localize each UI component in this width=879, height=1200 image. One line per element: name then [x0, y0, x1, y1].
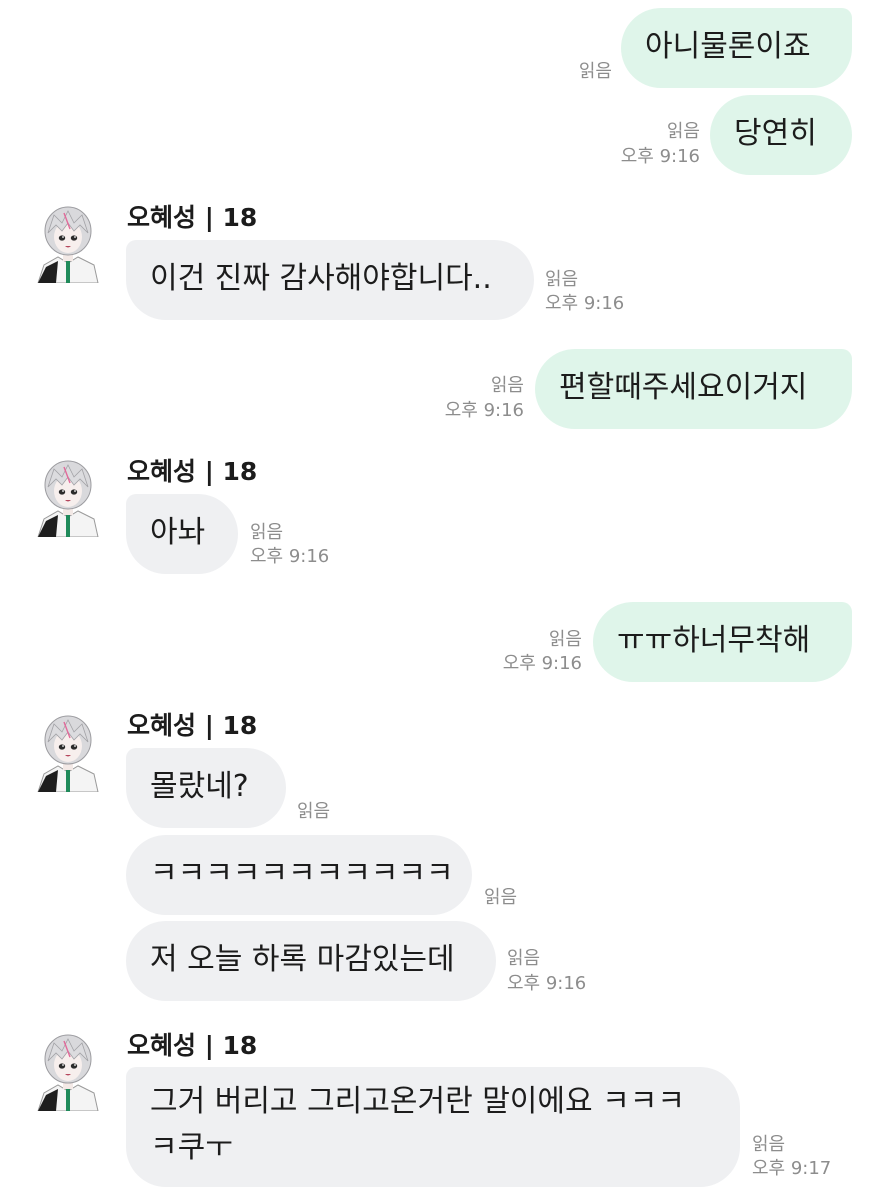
timestamp: 오후 9:17: [752, 1158, 832, 1179]
avatar[interactable]: [36, 712, 100, 792]
read-status: 읽음: [297, 801, 331, 822]
read-status: 읽음: [548, 629, 582, 650]
timestamp: 오후 9:16: [507, 973, 587, 994]
sender-name[interactable]: 오혜성 | 18: [127, 202, 257, 234]
message-bubble-incoming[interactable]: ㅋㅋㅋㅋㅋㅋㅋㅋㅋㅋㅋ: [126, 835, 472, 915]
read-status: 읽음: [545, 269, 579, 290]
read-status: 읽음: [578, 61, 612, 82]
sender-name[interactable]: 오혜성 | 18: [127, 710, 257, 742]
message-text: ㅋㅋㅋㅋㅋㅋㅋㅋㅋㅋㅋ: [150, 856, 454, 891]
timestamp: 오후 9:16: [545, 293, 625, 314]
message-text: 아놔: [150, 515, 206, 550]
timestamp: 오후 9:16: [250, 546, 330, 567]
read-status: 읽음: [666, 121, 700, 142]
message-text-line: ㅋ쿠ㅜ: [150, 1130, 233, 1165]
read-status: 읽음: [507, 948, 541, 969]
message-bubble-incoming[interactable]: 몰랐네?: [126, 748, 286, 828]
avatar[interactable]: [36, 203, 100, 283]
message-bubble-incoming[interactable]: 이건 진짜 감사해야합니다..: [126, 240, 534, 320]
timestamp: 오후 9:16: [444, 400, 524, 421]
timestamp: 오후 9:16: [620, 146, 700, 167]
read-status: 읽음: [752, 1134, 786, 1155]
message-text: 편할때주세요이거지: [559, 370, 808, 405]
avatar[interactable]: [36, 1031, 100, 1111]
message-bubble-incoming[interactable]: 그거 버리고 그리고온거란 말이에요 ㅋㅋㅋ ㅋ쿠ㅜ: [126, 1067, 740, 1187]
message-text: 당연히: [734, 116, 817, 151]
timestamp: 오후 9:16: [502, 653, 582, 674]
read-status: 읽음: [250, 522, 284, 543]
message-bubble-outgoing[interactable]: 편할때주세요이거지: [535, 349, 852, 429]
message-text-line: 그거 버리고 그리고온거란 말이에요 ㅋㅋㅋ: [150, 1084, 685, 1119]
avatar[interactable]: [36, 457, 100, 537]
message-bubble-outgoing[interactable]: ㅠㅠ하너무착해: [593, 602, 852, 682]
message-bubble-incoming[interactable]: 저 오늘 하록 마감있는데: [126, 921, 496, 1001]
message-bubble-outgoing[interactable]: 아니물론이죠: [621, 8, 852, 88]
read-status: 읽음: [490, 375, 524, 396]
sender-name[interactable]: 오혜성 | 18: [127, 1030, 257, 1062]
sender-name[interactable]: 오혜성 | 18: [127, 456, 257, 488]
message-text: 저 오늘 하록 마감있는데: [150, 942, 455, 977]
message-text: 몰랐네?: [150, 769, 249, 804]
message-bubble-incoming[interactable]: 아놔: [126, 494, 238, 574]
message-text: 아니물론이죠: [645, 29, 811, 64]
read-status: 읽음: [484, 887, 518, 908]
message-bubble-outgoing[interactable]: 당연히: [710, 95, 852, 175]
message-text: 이건 진짜 감사해야합니다..: [150, 261, 492, 296]
message-text: ㅠㅠ하너무착해: [617, 623, 811, 658]
